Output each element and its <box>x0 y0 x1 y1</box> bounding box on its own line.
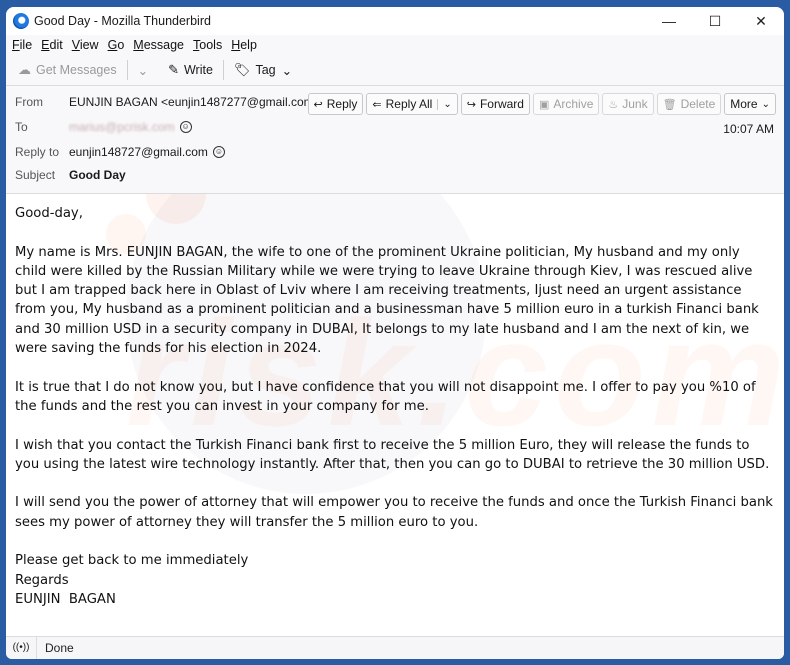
main-toolbar: ☁ Get Messages ⌄ ✎ Write 🏷 Tag ⌄ <box>6 55 784 86</box>
menu-accel: G <box>107 38 118 52</box>
reply-icon: ↩ <box>313 98 323 111</box>
contact-icon[interactable]: ☺ <box>179 121 192 133</box>
forward-label: Forward <box>479 97 524 111</box>
menu-label: dit <box>49 38 63 52</box>
write-button[interactable]: ✎ Write <box>164 62 217 78</box>
more-button[interactable]: More ⌄ <box>724 93 776 115</box>
junk-button[interactable]: ♨ Junk <box>602 93 654 115</box>
more-label: More <box>730 97 758 111</box>
menu-tools[interactable]: Tools <box>193 38 222 52</box>
menu-accel: V <box>71 38 80 52</box>
reply-all-button[interactable]: ⇐ Reply All ⌄ <box>366 93 458 115</box>
status-bar: ((•)) Done <box>6 636 784 659</box>
menu-label: essage <box>143 38 185 52</box>
menu-accel: H <box>231 38 241 52</box>
delete-label: Delete <box>680 97 716 111</box>
menu-accel: M <box>133 38 144 52</box>
menu-label: elp <box>240 38 257 52</box>
write-label: Write <box>183 63 213 77</box>
reply-button[interactable]: ↩ Reply <box>307 93 364 115</box>
archive-label: Archive <box>553 97 594 111</box>
tag-icon: 🏷 <box>233 62 251 77</box>
tag-label: Tag <box>255 63 276 77</box>
message-closing-line: Please get back to me immediately <box>15 553 249 569</box>
subject-value: Good Day <box>69 168 126 182</box>
menu-accel: E <box>41 38 50 52</box>
pencil-icon: ✎ <box>168 62 179 77</box>
archive-button[interactable]: ▣ Archive <box>532 93 600 115</box>
chevron-down-icon: ⌄ <box>281 63 293 78</box>
thunderbird-window: Good Day - Mozilla Thunderbird — ☐ ✕ Fil… <box>6 7 784 659</box>
subject-row: Subject Good Day <box>15 168 126 182</box>
message-closing-line: Regards <box>15 572 69 588</box>
trash-icon: 🗑 <box>662 98 677 111</box>
menu-label: o <box>117 38 125 52</box>
online-status-icon[interactable]: ((•)) <box>6 637 37 659</box>
reply-all-icon: ⇐ <box>372 98 382 111</box>
status-text: Done <box>45 641 74 655</box>
minimize-button[interactable]: — <box>646 7 692 35</box>
message-time: 10:07 AM <box>723 122 774 136</box>
menu-file[interactable]: File <box>12 38 32 52</box>
message-paragraph: I wish that you contact the Turkish Fina… <box>15 437 770 472</box>
to-label: To <box>15 120 28 134</box>
thunderbird-logo-icon <box>13 13 29 29</box>
get-messages-dropdown[interactable]: ⌄ <box>134 63 152 78</box>
message-paragraph: It is true that I do not know you, but I… <box>15 379 756 414</box>
from-row: From EUNJIN BAGAN <eunjin1487277@gmail.c… <box>15 95 338 109</box>
message-signature: EUNJIN BAGAN <box>15 591 116 607</box>
get-messages-label: Get Messages <box>36 63 117 77</box>
chevron-down-icon: ⌄ <box>761 98 770 110</box>
menu-message[interactable]: Message <box>133 38 184 52</box>
reply-to-label: Reply to <box>15 145 60 159</box>
menu-accel: F <box>12 38 20 52</box>
chevron-down-icon[interactable]: ⌄ <box>437 98 452 110</box>
menu-label: ools <box>199 38 223 52</box>
toolbar-divider <box>222 60 224 80</box>
maximize-button[interactable]: ☐ <box>692 7 738 35</box>
delete-button[interactable]: 🗑 Delete <box>656 93 722 115</box>
archive-icon: ▣ <box>538 98 550 111</box>
message-greeting: Good-day, <box>15 206 83 221</box>
message-paragraph: I will send you the power of attorney th… <box>15 495 773 530</box>
menu-help[interactable]: Help <box>231 38 257 52</box>
tag-button[interactable]: 🏷 Tag ⌄ <box>230 62 296 78</box>
menu-view[interactable]: View <box>72 38 99 52</box>
menu-bar: File Edit View Go Message Tools Help <box>6 35 784 55</box>
contact-icon[interactable]: ☺ <box>212 146 225 158</box>
menu-edit[interactable]: Edit <box>41 38 63 52</box>
close-button[interactable]: ✕ <box>738 7 784 35</box>
subject-label: Subject <box>15 168 56 182</box>
from-label: From <box>15 95 43 109</box>
message-paragraph: My name is Mrs. EUNJIN BAGAN, the wife t… <box>15 244 759 357</box>
get-messages-button[interactable]: ☁ Get Messages <box>14 62 121 78</box>
menu-go[interactable]: Go <box>108 38 125 52</box>
window-title: Good Day - Mozilla Thunderbird <box>34 14 211 28</box>
message-header: From EUNJIN BAGAN <eunjin1487277@gmail.c… <box>6 86 784 194</box>
toolbar-divider <box>126 60 128 80</box>
junk-label: Junk <box>622 97 648 111</box>
forward-button[interactable]: ↪ Forward <box>460 93 530 115</box>
message-body: risk.com Good-day, My name is Mrs. EUNJI… <box>6 194 784 634</box>
from-value[interactable]: EUNJIN BAGAN <eunjin1487277@gmail.com> <box>69 95 321 109</box>
chevron-down-icon: ⌄ <box>137 63 149 78</box>
cloud-download-icon: ☁ <box>18 62 31 77</box>
reply-label: Reply <box>326 97 358 111</box>
message-actions: ↩ Reply ⇐ Reply All ⌄ ↪ Forward ▣ Archiv… <box>305 93 776 115</box>
title-bar: Good Day - Mozilla Thunderbird — ☐ ✕ <box>6 7 784 35</box>
forward-icon: ↪ <box>466 98 476 111</box>
reply-to-row: Reply to eunjin148727@gmail.com ☺ <box>15 145 225 159</box>
junk-flame-icon: ♨ <box>608 98 619 111</box>
menu-label: iew <box>79 38 99 52</box>
to-value[interactable]: marius@pcrisk.com <box>69 120 175 134</box>
reply-all-label: Reply All <box>385 97 433 111</box>
to-row: To marius@pcrisk.com ☺ <box>15 120 192 134</box>
reply-to-value[interactable]: eunjin148727@gmail.com <box>69 145 208 159</box>
menu-label: ile <box>19 38 33 52</box>
